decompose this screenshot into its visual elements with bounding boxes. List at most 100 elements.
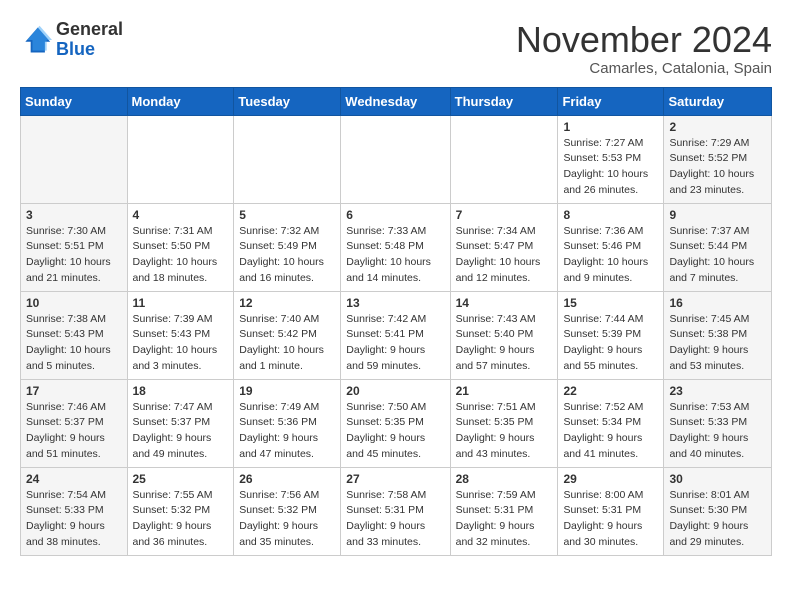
header-monday: Monday — [127, 87, 234, 115]
day-info: Sunrise: 7:46 AM Sunset: 5:37 PM Dayligh… — [26, 400, 122, 463]
header-wednesday: Wednesday — [341, 87, 450, 115]
day-info: Sunrise: 8:01 AM Sunset: 5:30 PM Dayligh… — [669, 488, 766, 551]
calendar-week-row: 1Sunrise: 7:27 AM Sunset: 5:53 PM Daylig… — [21, 115, 772, 203]
table-row: 27 Sunrise: 7:58 AM Sunset: 5:31 PM Dayli… — [341, 467, 450, 555]
day-number: 8 — [563, 208, 658, 222]
day-info: Sunrise: 7:40 AM Sunset: 5:42 PM Dayligh… — [239, 312, 335, 375]
day-number: 26 — [239, 472, 335, 486]
day-info: Sunrise: 8:00 AM Sunset: 5:31 PM Dayligh… — [563, 488, 658, 551]
day-number: 22 — [563, 384, 658, 398]
table-row: 2 Sunrise: 7:29 AM Sunset: 5:52 PM Daylig… — [664, 115, 772, 203]
day-number: 24 — [26, 472, 122, 486]
day-info: Sunrise: 7:36 AM Sunset: 5:46 PM Dayligh… — [563, 224, 658, 287]
day-number: 25 — [133, 472, 229, 486]
day-info: Sunrise: 7:32 AM Sunset: 5:49 PM Dayligh… — [239, 224, 335, 287]
day-number: 5 — [239, 208, 335, 222]
day-number: 9 — [669, 208, 766, 222]
day-info: Sunrise: 7:38 AM Sunset: 5:43 PM Dayligh… — [26, 312, 122, 375]
day-info: Sunrise: 7:30 AM Sunset: 5:51 PM Dayligh… — [26, 224, 122, 287]
day-info: Sunrise: 7:45 AM Sunset: 5:38 PM Dayligh… — [669, 312, 766, 375]
table-row: 24Sunrise: 7:54 AM Sunset: 5:33 PM Dayli… — [21, 467, 128, 555]
logo: General Blue — [20, 20, 123, 60]
table-row: 8 Sunrise: 7:36 AM Sunset: 5:46 PM Daylig… — [558, 203, 664, 291]
header-thursday: Thursday — [450, 87, 558, 115]
table-row: 3 Sunrise: 7:30 AM Sunset: 5:51 PM Daylig… — [21, 203, 128, 291]
header-tuesday: Tuesday — [234, 87, 341, 115]
page: General Blue November 2024 Camarles, Cat… — [0, 0, 792, 566]
calendar-week-row: 17 Sunrise: 7:46 AM Sunset: 5:37 PM Dayli… — [21, 379, 772, 467]
table-row: 21 Sunrise: 7:51 AM Sunset: 5:35 PM Dayli… — [450, 379, 558, 467]
table-row: 5 Sunrise: 7:32 AM Sunset: 5:49 PM Daylig… — [234, 203, 341, 291]
header-sunday: Sunday — [21, 87, 128, 115]
table-row: 17 Sunrise: 7:46 AM Sunset: 5:37 PM Dayli… — [21, 379, 128, 467]
day-number: 7 — [456, 208, 553, 222]
table-row: 1Sunrise: 7:27 AM Sunset: 5:53 PM Daylig… — [558, 115, 664, 203]
header-saturday: Saturday — [664, 87, 772, 115]
logo-text: General Blue — [56, 20, 123, 60]
table-row: 13 Sunrise: 7:42 AM Sunset: 5:41 PM Dayli… — [341, 291, 450, 379]
table-row: 10 Sunrise: 7:38 AM Sunset: 5:43 PM Dayli… — [21, 291, 128, 379]
logo-general: General — [56, 19, 123, 39]
table-row: 30 Sunrise: 8:01 AM Sunset: 5:30 PM Dayli… — [664, 467, 772, 555]
day-number: 15 — [563, 296, 658, 310]
day-number: 1 — [563, 120, 658, 134]
table-row: 20 Sunrise: 7:50 AM Sunset: 5:35 PM Dayli… — [341, 379, 450, 467]
table-row: 6 Sunrise: 7:33 AM Sunset: 5:48 PM Daylig… — [341, 203, 450, 291]
table-row: 19Sunrise: 7:49 AM Sunset: 5:36 PM Dayli… — [234, 379, 341, 467]
day-number: 12 — [239, 296, 335, 310]
day-number: 3 — [26, 208, 122, 222]
table-row — [234, 115, 341, 203]
day-info: Sunrise: 7:47 AM Sunset: 5:37 PM Dayligh… — [133, 400, 229, 463]
day-number: 16 — [669, 296, 766, 310]
table-row: 15 Sunrise: 7:44 AM Sunset: 5:39 PM Dayli… — [558, 291, 664, 379]
day-number: 14 — [456, 296, 553, 310]
day-info: Sunrise: 7:39 AM Sunset: 5:43 PM Dayligh… — [133, 312, 229, 375]
day-number: 13 — [346, 296, 444, 310]
table-row: 22Sunrise: 7:52 AM Sunset: 5:34 PM Dayli… — [558, 379, 664, 467]
table-row: 26Sunrise: 7:56 AM Sunset: 5:32 PM Dayli… — [234, 467, 341, 555]
day-number: 21 — [456, 384, 553, 398]
table-row: 25 Sunrise: 7:55 AM Sunset: 5:32 PM Dayli… — [127, 467, 234, 555]
table-row: 9 Sunrise: 7:37 AM Sunset: 5:44 PM Daylig… — [664, 203, 772, 291]
day-number: 20 — [346, 384, 444, 398]
day-number: 2 — [669, 120, 766, 134]
location: Camarles, Catalonia, Spain — [516, 60, 772, 77]
day-number: 28 — [456, 472, 553, 486]
day-number: 19 — [239, 384, 335, 398]
day-number: 29 — [563, 472, 658, 486]
day-number: 18 — [133, 384, 229, 398]
day-info: Sunrise: 7:59 AM Sunset: 5:31 PM Dayligh… — [456, 488, 553, 551]
day-info: Sunrise: 7:55 AM Sunset: 5:32 PM Dayligh… — [133, 488, 229, 551]
day-info: Sunrise: 7:50 AM Sunset: 5:35 PM Dayligh… — [346, 400, 444, 463]
header-friday: Friday — [558, 87, 664, 115]
day-number: 4 — [133, 208, 229, 222]
table-row — [450, 115, 558, 203]
day-number: 17 — [26, 384, 122, 398]
table-row: 11Sunrise: 7:39 AM Sunset: 5:43 PM Dayli… — [127, 291, 234, 379]
day-info: Sunrise: 7:29 AM Sunset: 5:52 PM Dayligh… — [669, 136, 766, 199]
table-row — [21, 115, 128, 203]
calendar-week-row: 10 Sunrise: 7:38 AM Sunset: 5:43 PM Dayli… — [21, 291, 772, 379]
day-info: Sunrise: 7:51 AM Sunset: 5:35 PM Dayligh… — [456, 400, 553, 463]
calendar-week-row: 3 Sunrise: 7:30 AM Sunset: 5:51 PM Daylig… — [21, 203, 772, 291]
day-number: 10 — [26, 296, 122, 310]
day-number: 6 — [346, 208, 444, 222]
day-number: 23 — [669, 384, 766, 398]
day-number: 30 — [669, 472, 766, 486]
header: General Blue November 2024 Camarles, Cat… — [20, 20, 772, 77]
month-title: November 2024 — [516, 20, 772, 60]
table-row: 16 Sunrise: 7:45 AM Sunset: 5:38 PM Dayli… — [664, 291, 772, 379]
table-row — [127, 115, 234, 203]
day-number: 27 — [346, 472, 444, 486]
day-info: Sunrise: 7:58 AM Sunset: 5:31 PM Dayligh… — [346, 488, 444, 551]
day-info: Sunrise: 7:37 AM Sunset: 5:44 PM Dayligh… — [669, 224, 766, 287]
day-info: Sunrise: 7:33 AM Sunset: 5:48 PM Dayligh… — [346, 224, 444, 287]
table-row: 23 Sunrise: 7:53 AM Sunset: 5:33 PM Dayli… — [664, 379, 772, 467]
logo-blue: Blue — [56, 39, 95, 59]
day-info: Sunrise: 7:31 AM Sunset: 5:50 PM Dayligh… — [133, 224, 229, 287]
day-info: Sunrise: 7:53 AM Sunset: 5:33 PM Dayligh… — [669, 400, 766, 463]
table-row: 18 Sunrise: 7:47 AM Sunset: 5:37 PM Dayli… — [127, 379, 234, 467]
day-info: Sunrise: 7:42 AM Sunset: 5:41 PM Dayligh… — [346, 312, 444, 375]
table-row: 12 Sunrise: 7:40 AM Sunset: 5:42 PM Dayli… — [234, 291, 341, 379]
day-info: Sunrise: 7:44 AM Sunset: 5:39 PM Dayligh… — [563, 312, 658, 375]
